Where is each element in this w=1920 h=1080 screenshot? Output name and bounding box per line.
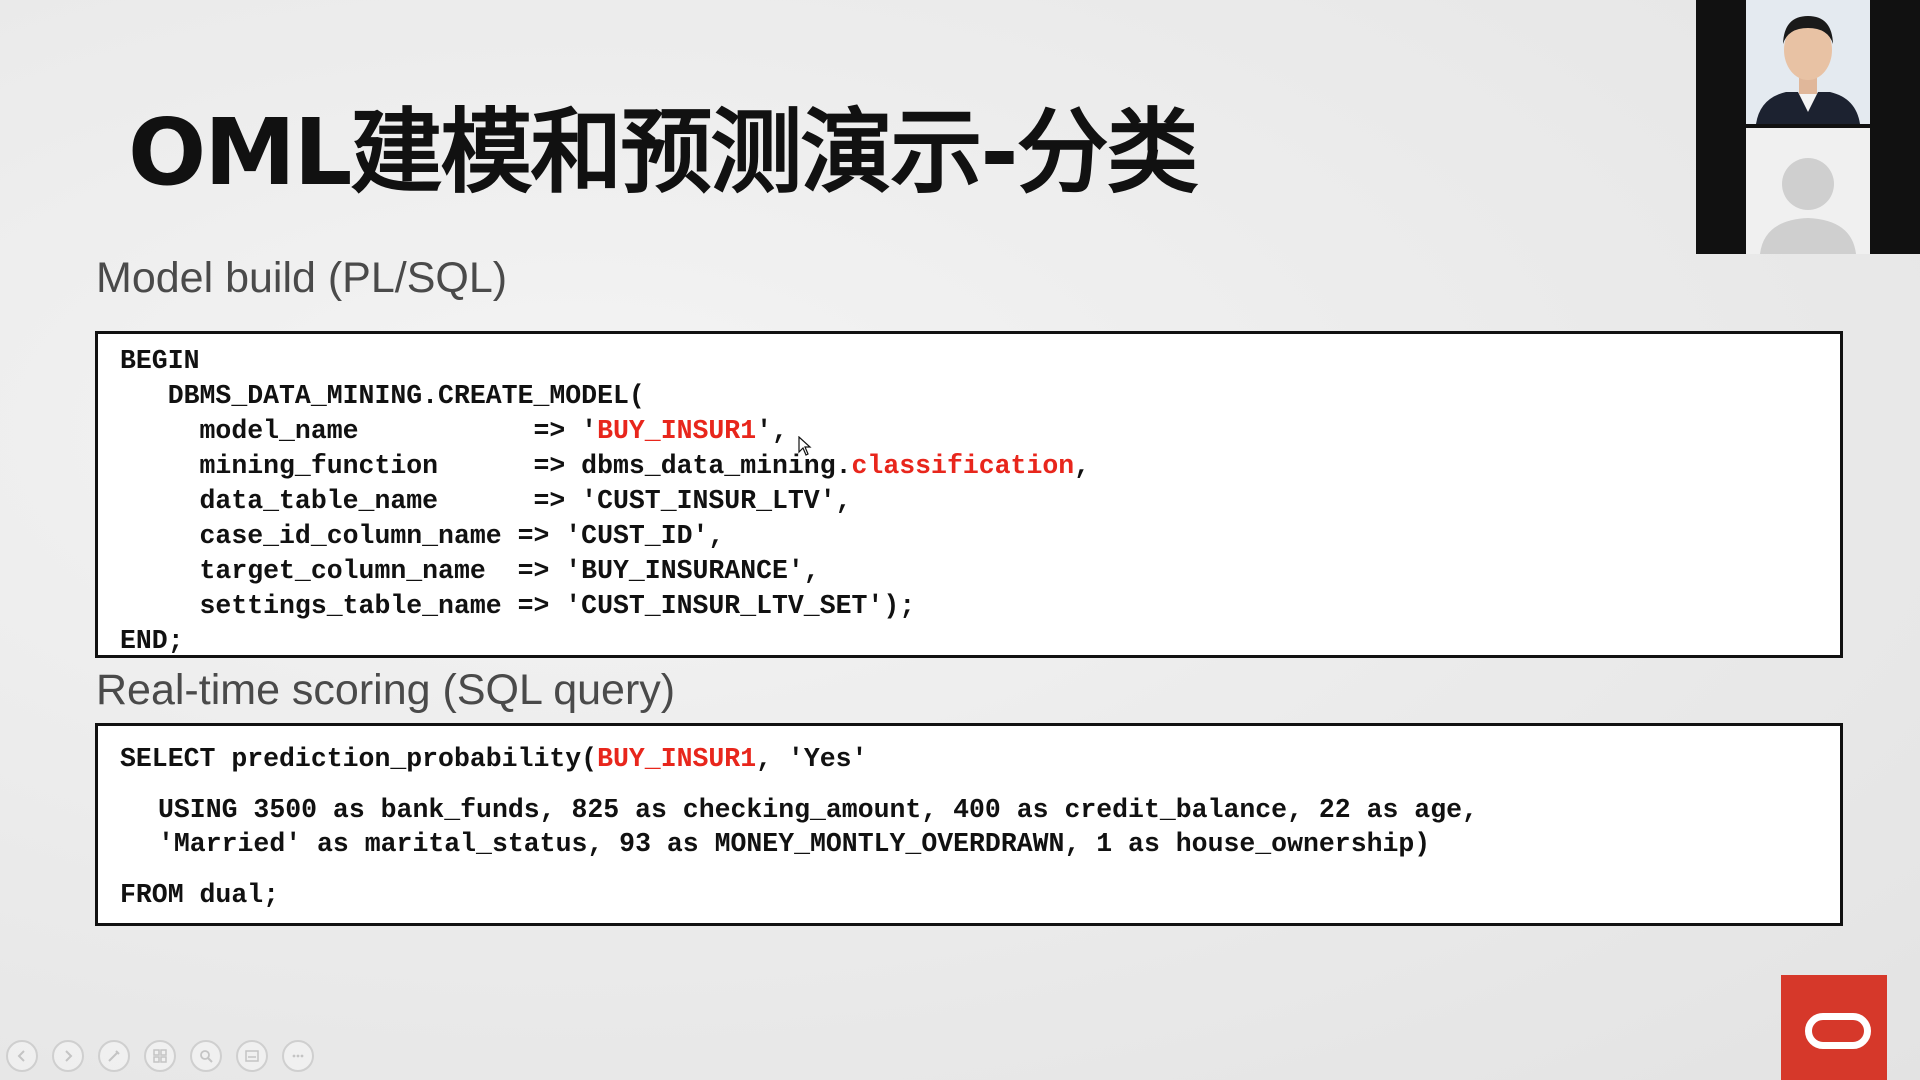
presenter-avatar xyxy=(1746,0,1870,124)
next-icon[interactable] xyxy=(52,1040,84,1072)
highlighted-model-name: BUY_INSUR1 xyxy=(597,416,757,446)
code-line-select: SELECT prediction_probability(BUY_INSUR1… xyxy=(120,744,867,774)
code-line-target-column: target_column_name => 'BUY_INSURANCE', xyxy=(120,556,820,586)
code-text: ', xyxy=(756,416,788,446)
code-line-using-continued: 'Married' as marital_status, 93 as MONEY… xyxy=(158,829,1431,859)
zoom-icon[interactable] xyxy=(190,1040,222,1072)
slides-grid-icon[interactable] xyxy=(144,1040,176,1072)
attendee-video-tile[interactable] xyxy=(1746,128,1870,254)
code-line-using: USING 3500 as bank_funds, 825 as checkin… xyxy=(158,795,1478,825)
real-time-scoring-heading: Real-time scoring (SQL query) xyxy=(96,666,676,714)
code-line-from-dual: FROM dual; xyxy=(120,880,280,910)
slide-title: OML建模和预测演示-分类 xyxy=(128,99,1199,206)
code-line-create-model: DBMS_DATA_MINING.CREATE_MODEL( xyxy=(120,381,645,411)
highlighted-model-name: BUY_INSUR1 xyxy=(597,744,757,774)
presenter-video-tile[interactable] xyxy=(1746,0,1870,124)
subtitles-icon[interactable] xyxy=(236,1040,268,1072)
code-line-settings-table: settings_table_name => 'CUST_INSUR_LTV_S… xyxy=(120,591,916,621)
oracle-logo-icon xyxy=(1781,975,1887,1080)
code-line-data-table-name: data_table_name => 'CUST_INSUR_LTV', xyxy=(120,486,852,516)
code-text: , xyxy=(1074,451,1091,481)
highlighted-classification: classification xyxy=(851,451,1075,481)
code-line-begin: BEGIN xyxy=(120,346,200,376)
code-line-model-name: model_name => 'BUY_INSUR1', xyxy=(120,416,788,446)
code-text: SELECT prediction_probability( xyxy=(120,744,598,774)
code-line-case-id-column: case_id_column_name => 'CUST_ID', xyxy=(120,521,725,551)
code-text: , 'Yes' xyxy=(756,744,868,774)
model-build-heading: Model build (PL/SQL) xyxy=(96,254,508,302)
default-user-avatar-icon xyxy=(1746,128,1870,254)
scoring-code-box: SELECT prediction_probability(BUY_INSUR1… xyxy=(95,723,1843,926)
previous-icon[interactable] xyxy=(6,1040,38,1072)
code-line-end: END; xyxy=(120,626,184,656)
mouse-cursor-icon xyxy=(798,436,812,456)
code-text: mining_function => dbms_data_mining. xyxy=(120,451,852,481)
code-text: model_name => ' xyxy=(120,416,598,446)
code-line-mining-function: mining_function => dbms_data_mining.clas… xyxy=(120,451,1091,481)
more-options-icon[interactable] xyxy=(282,1040,314,1072)
video-participants-panel xyxy=(1696,0,1920,254)
model-build-code-box: BEGIN DBMS_DATA_MINING.CREATE_MODEL( mod… xyxy=(95,331,1843,658)
presentation-slide: OML建模和预测演示-分类 Model build (PL/SQL) BEGIN… xyxy=(0,0,1920,1080)
pen-icon[interactable] xyxy=(98,1040,130,1072)
